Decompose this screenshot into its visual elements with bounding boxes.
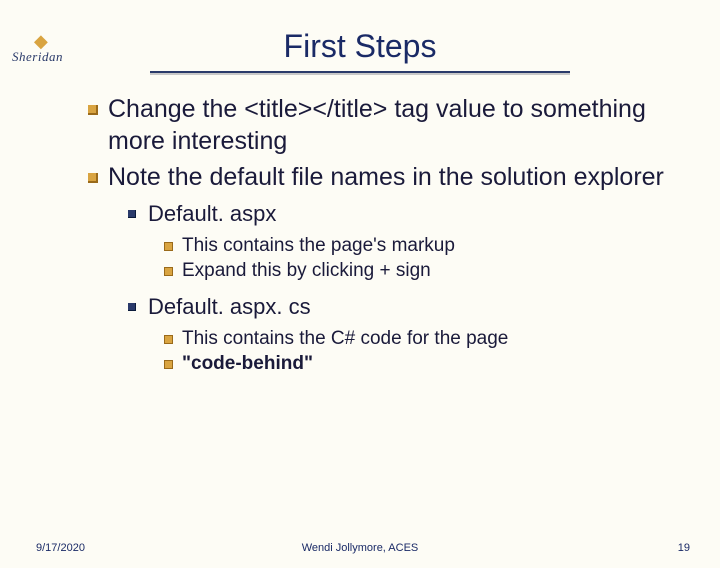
bullet-l3: This contains the C# code for the page — [148, 326, 680, 352]
logo: ◆ Sheridan — [12, 34, 63, 66]
bullet-text: Change the <title></title> tag value to … — [108, 95, 646, 155]
bullet-text: Default. aspx. cs — [148, 294, 311, 319]
bullet-l1: Change the <title></title> tag value to … — [60, 93, 680, 157]
bullet-l3: This contains the page's markup — [148, 233, 680, 259]
bullet-l1: Note the default file names in the solut… — [60, 161, 680, 377]
logo-text: Sheridan — [12, 49, 63, 64]
footer: 9/17/2020 Wendi Jollymore, ACES 19 — [0, 542, 720, 554]
slide-content: Change the <title></title> tag value to … — [60, 93, 680, 377]
bullet-text: "code-behind" — [182, 353, 313, 374]
title-underline — [150, 71, 570, 73]
bullet-text: Note the default file names in the solut… — [108, 163, 664, 191]
bullet-text: Expand this by clicking + sign — [182, 260, 431, 281]
footer-date: 9/17/2020 — [36, 542, 85, 554]
bullet-text: This contains the page's markup — [182, 235, 455, 256]
slide-title: First Steps — [0, 28, 720, 65]
diamond-icon: ◆ — [34, 34, 63, 48]
bullet-text: This contains the C# code for the page — [182, 328, 508, 349]
bullet-text: Default. aspx — [148, 201, 276, 226]
footer-author: Wendi Jollymore, ACES — [0, 542, 720, 554]
bullet-l2: Default. aspx This contains the page's m… — [108, 199, 680, 284]
bullet-l3: "code-behind" — [148, 351, 680, 377]
footer-page-number: 19 — [678, 542, 690, 554]
bullet-l2: Default. aspx. cs This contains the C# c… — [108, 292, 680, 377]
bullet-l3: Expand this by clicking + sign — [148, 258, 680, 284]
